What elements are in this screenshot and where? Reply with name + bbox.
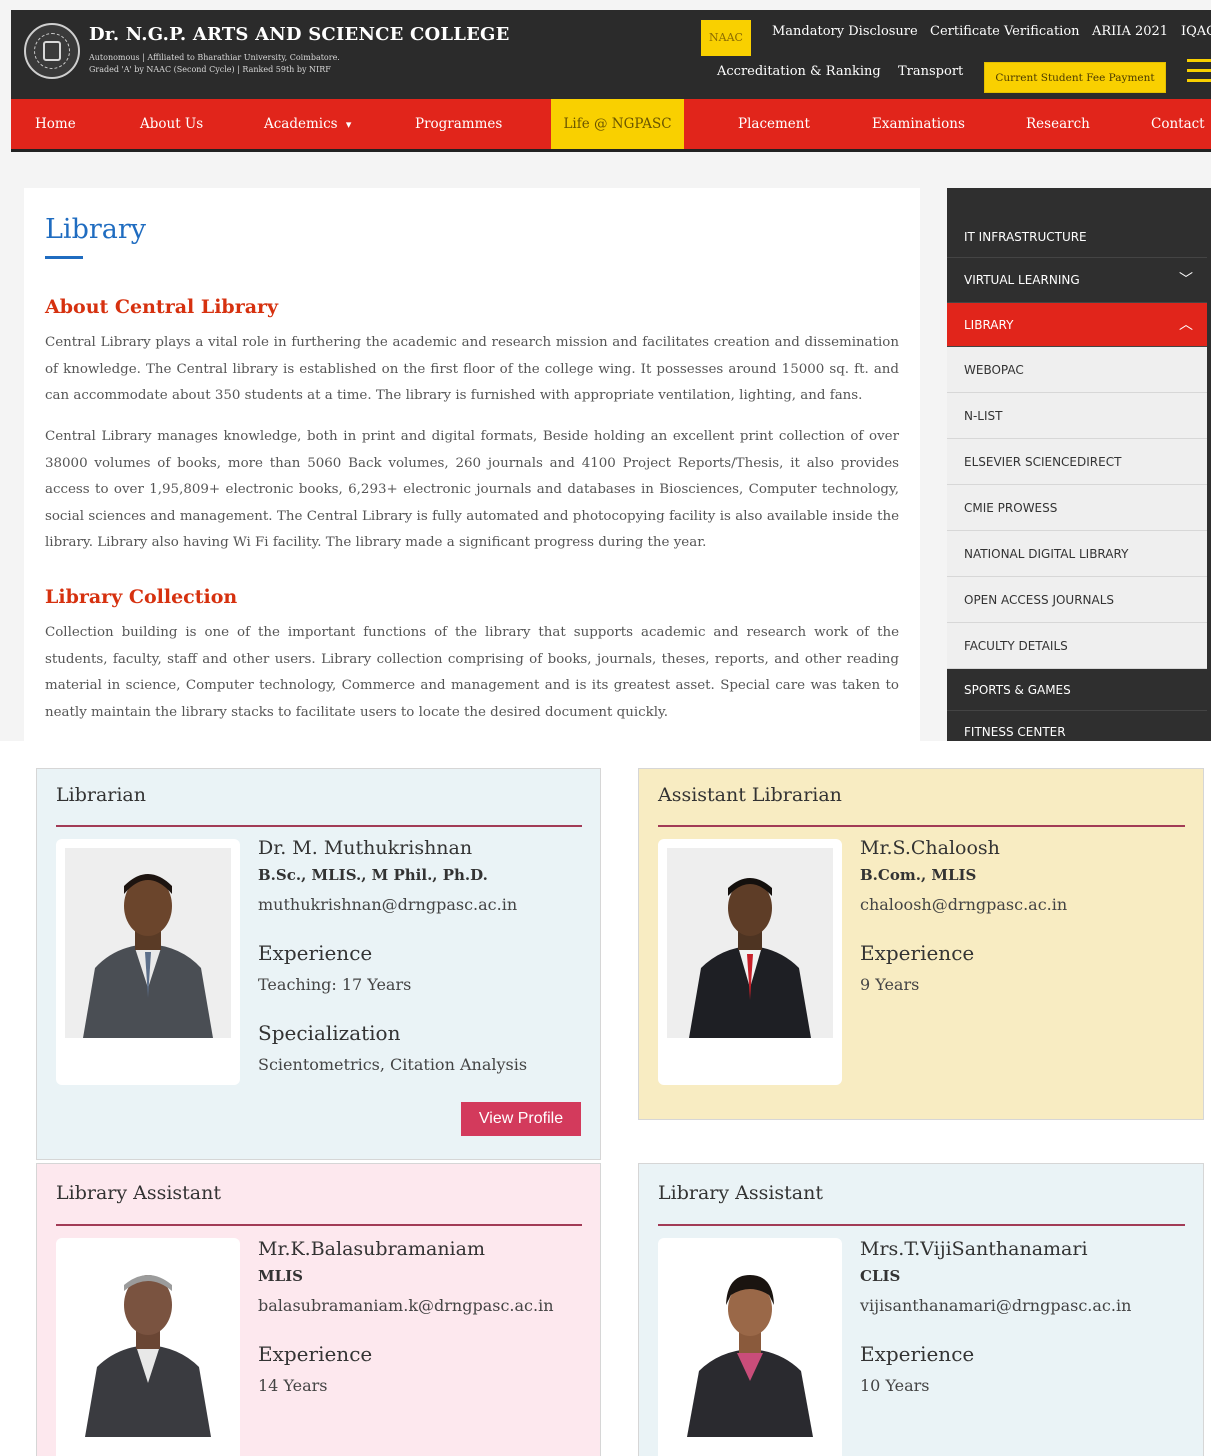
college-subtitle-line2: Graded 'A' by NAAC (Second Cycle) | Rank… [89, 65, 331, 74]
staff-name: Mrs.T.VijiSanthanamari [860, 1238, 1088, 1260]
sidebar-item-it-infrastructure[interactable]: IT INFRASTRUCTURE [947, 216, 1207, 258]
mandatory-disclosure-link[interactable]: Mandatory Disclosure [772, 24, 918, 39]
staff-section: Librarian Dr. M. Muthukrishnan B.Sc., ML… [0, 741, 1211, 1456]
college-name[interactable]: Dr. N.G.P. ARTS AND SCIENCE COLLEGE [89, 24, 510, 45]
nav-academics-label: Academics [264, 116, 338, 132]
sidebar-item-faculty[interactable]: FACULTY DETAILS [947, 623, 1207, 669]
sidebar-item-sports[interactable]: SPORTS & GAMES [947, 669, 1207, 711]
sidebar-item-library[interactable]: LIBRARY ︿ [947, 303, 1207, 347]
sidebar-item-virtual-learning[interactable]: VIRTUAL LEARNING ﹀ [947, 258, 1207, 303]
sidebar-item-label: LIBRARY [964, 318, 1014, 332]
experience-value: 14 Years [258, 1376, 328, 1395]
experience-heading: Experience [860, 941, 975, 965]
menu-icon[interactable] [1187, 59, 1211, 87]
college-subtitle: Autonomous | Affiliated to Bharathiar Un… [89, 52, 340, 76]
certificate-verification-link[interactable]: Certificate Verification [930, 24, 1080, 39]
about-paragraph-2: Central Library manages knowledge, both … [45, 429, 899, 550]
sidebar-item-elsevier[interactable]: ELSEVIER SCIENCEDIRECT [947, 439, 1207, 485]
staff-qualification: B.Com., MLIS [860, 866, 977, 884]
about-paragraph-1: Central Library plays a vital role in fu… [45, 335, 899, 403]
staff-name: Mr.K.Balasubramaniam [258, 1238, 485, 1260]
staff-card-library-assistant-2: Library Assistant Mrs.T.VijiSanthanamari… [638, 1163, 1204, 1456]
experience-value: 9 Years [860, 975, 920, 994]
nav-contact[interactable]: Contact [1151, 99, 1205, 149]
experience-heading: Experience [258, 941, 373, 965]
about-heading: About Central Library [45, 296, 279, 318]
nav-examinations[interactable]: Examinations [872, 99, 965, 149]
page-top-section: Dr. N.G.P. ARTS AND SCIENCE COLLEGE Auto… [0, 0, 1211, 741]
sidebar-item-label: IT INFRASTRUCTURE [964, 230, 1087, 244]
staff-role: Library Assistant [658, 1182, 824, 1204]
role-divider [56, 825, 582, 827]
chevron-down-icon: ▾ [345, 118, 352, 131]
staff-role: Assistant Librarian [658, 784, 842, 806]
specialization-value: Scientometrics, Citation Analysis [258, 1055, 528, 1074]
staff-qualification: B.Sc., MLIS., M Phil., Ph.D. [258, 866, 488, 884]
college-subtitle-line1: Autonomous | Affiliated to Bharathiar Un… [89, 53, 340, 62]
staff-email[interactable]: vijisanthanamari@drngpasc.ac.in [860, 1296, 1131, 1315]
nav-life-at-ngpasc[interactable]: Life @ NGPASC [551, 99, 684, 149]
iqac-link[interactable]: IQAC [1181, 24, 1211, 39]
transport-link[interactable]: Transport [898, 64, 963, 79]
library-content: Library About Central Library Central Li… [24, 188, 920, 741]
staff-name: Dr. M. Muthukrishnan [258, 837, 473, 859]
nav-academics[interactable]: Academics ▾ [264, 99, 351, 149]
nav-research[interactable]: Research [1026, 99, 1090, 149]
experience-heading: Experience [258, 1342, 373, 1366]
staff-qualification: MLIS [258, 1267, 303, 1285]
collection-paragraph: Collection building is one of the import… [45, 625, 899, 720]
page-title: Library [45, 214, 147, 245]
header-bar: Dr. N.G.P. ARTS AND SCIENCE COLLEGE Auto… [11, 10, 1211, 99]
staff-card-assistant-librarian: Assistant Librarian Mr.S.Chaloosh B.Com.… [638, 768, 1204, 1120]
staff-card-library-assistant-1: Library Assistant Mr.K.Balasubramaniam M… [36, 1163, 601, 1456]
sidebar-item-webopac[interactable]: WEBOPAC [947, 347, 1207, 393]
nav-home[interactable]: Home [35, 99, 76, 149]
staff-photo [658, 839, 842, 1085]
sidebar-menu: IT INFRASTRUCTURE VIRTUAL LEARNING ﹀ LIBR… [947, 188, 1211, 741]
experience-value: Teaching: 17 Years [258, 975, 412, 994]
sidebar-item-label: VIRTUAL LEARNING [964, 273, 1080, 287]
experience-heading: Experience [860, 1342, 975, 1366]
role-divider [658, 825, 1185, 827]
role-divider [56, 1224, 582, 1226]
sidebar-item-open-access[interactable]: OPEN ACCESS JOURNALS [947, 577, 1207, 623]
ariia-link[interactable]: ARIIA 2021 [1092, 24, 1168, 39]
experience-value: 10 Years [860, 1376, 930, 1395]
staff-qualification: CLIS [860, 1267, 901, 1285]
sidebar-item-cmie-prowess[interactable]: CMIE PROWESS [947, 485, 1207, 531]
staff-role: Librarian [56, 784, 146, 806]
sidebar-item-fitness[interactable]: FITNESS CENTER [947, 711, 1207, 741]
nav-about-us[interactable]: About Us [140, 99, 203, 149]
collection-heading: Library Collection [45, 586, 238, 608]
nav-programmes[interactable]: Programmes [415, 99, 502, 149]
staff-email[interactable]: balasubramaniam.k@drngpasc.ac.in [258, 1296, 554, 1315]
accreditation-ranking-link[interactable]: Accreditation & Ranking [717, 64, 881, 79]
sidebar-item-ndl[interactable]: NATIONAL DIGITAL LIBRARY [947, 531, 1207, 577]
staff-name: Mr.S.Chaloosh [860, 837, 1000, 859]
staff-role: Library Assistant [56, 1182, 222, 1204]
staff-photo [56, 1238, 240, 1456]
chevron-down-icon: ﹀ [1179, 272, 1193, 288]
main-nav: Home About Us Academics ▾ Programmes Lif… [11, 99, 1211, 152]
college-logo[interactable] [24, 23, 80, 79]
staff-photo [56, 839, 240, 1085]
fee-payment-button[interactable]: Current Student Fee Payment [984, 62, 1166, 93]
specialization-heading: Specialization [258, 1021, 401, 1045]
naac-link[interactable]: NAAC [701, 20, 751, 56]
staff-card-librarian: Librarian Dr. M. Muthukrishnan B.Sc., ML… [36, 768, 601, 1160]
nav-placement[interactable]: Placement [738, 99, 810, 149]
chevron-up-icon: ︿ [1179, 317, 1193, 333]
staff-email[interactable]: muthukrishnan@drngpasc.ac.in [258, 895, 517, 914]
sidebar-item-n-list[interactable]: N-LIST [947, 393, 1207, 439]
staff-email[interactable]: chaloosh@drngpasc.ac.in [860, 895, 1067, 914]
role-divider [658, 1224, 1185, 1226]
staff-photo [658, 1238, 842, 1456]
title-underline [45, 256, 83, 259]
view-profile-button[interactable]: View Profile [461, 1102, 581, 1136]
